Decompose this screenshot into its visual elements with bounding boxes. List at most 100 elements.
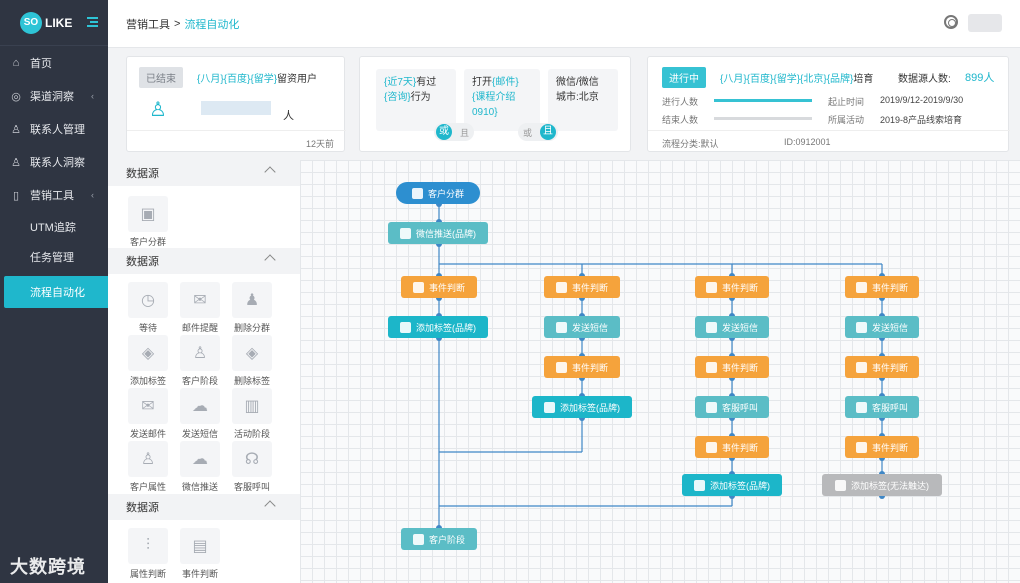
toggle-option-and[interactable]: 且 (540, 124, 556, 140)
flow-card-running[interactable]: 进行中 {八月}{百度}{留学}{北京}{品牌}培育 数据源人数: 899人 进… (647, 56, 1010, 152)
node-label: 添加标签(品牌) (560, 402, 620, 413)
chevron-up-icon[interactable] (264, 166, 276, 178)
avatar[interactable] (968, 14, 1002, 32)
sidebar-item-automation[interactable]: 流程自动化 (4, 276, 115, 308)
chevron-up-icon[interactable] (264, 500, 276, 512)
wechat-icon (400, 227, 411, 239)
sidebar-item-marketing[interactable]: ▯ 营销工具 ‹ (0, 183, 108, 207)
segment-icon: ▣ (128, 196, 168, 232)
flow-node-event[interactable]: 事件判断 (401, 276, 477, 298)
node-label: 添加标签(无法触达) (851, 480, 929, 491)
flow-id: ID:0912001 (784, 137, 831, 147)
tool-label: 等待 (138, 323, 157, 333)
tool-event-judge[interactable]: ▤ 事件判断 (176, 528, 224, 580)
clock-icon: ◷ (128, 282, 168, 318)
flow-node-add-tag[interactable]: 添加标签(品牌) (388, 316, 488, 338)
flow-node-event[interactable]: 事件判断 (695, 356, 769, 378)
condition-line: {近7天}有过 (384, 77, 437, 88)
node-label: 添加标签(品牌) (710, 480, 770, 491)
tool-item[interactable]: ✉ 发送邮件 (124, 388, 172, 440)
wechat-icon: ☁ (180, 441, 220, 477)
segment-card-ended[interactable]: 已结束 {八月}{百度}{留学}留资用户 ♙ 人 12天前 (126, 56, 346, 152)
flow-node-customer-stage[interactable]: 客户阶段 (401, 528, 477, 550)
condition-box-email[interactable]: 打开{邮件} {课程介绍 0910} (464, 69, 540, 131)
divider (127, 130, 346, 131)
tool-item[interactable]: ♙ 客户属性 (124, 441, 172, 493)
tool-item[interactable]: ◈ 添加标签 (124, 335, 172, 387)
flow-node-event[interactable]: 事件判断 (695, 436, 769, 458)
sidebar-item-channel[interactable]: ◎ 渠道洞察 ‹ (0, 84, 108, 108)
toggle-option-or[interactable]: 或 (523, 126, 532, 139)
menu-toggle-icon[interactable] (87, 17, 98, 27)
source-count-label: 数据源人数: (898, 74, 951, 85)
tool-label: 客户分群 (129, 237, 166, 247)
flow-node-event[interactable]: 事件判断 (845, 356, 919, 378)
condition-box-wechat[interactable]: 微信/微信 城市:北京 (548, 69, 618, 131)
toggle-option-or[interactable]: 或 (436, 124, 452, 140)
clipboard-icon (855, 361, 867, 373)
flow-node-sms[interactable]: 发送短信 (544, 316, 620, 338)
sidebar-item-contact-insight[interactable]: ♙ 联系人洞察 (0, 150, 108, 174)
logo-text: LIKE (45, 15, 73, 30)
tool-item[interactable]: ☁ 发送短信 (176, 388, 224, 440)
tool-item[interactable]: ▥ 活动阶段 (228, 388, 276, 440)
flow-node-event[interactable]: 事件判断 (845, 436, 919, 458)
breadcrumb-parent[interactable]: 营销工具 (126, 16, 170, 32)
channel-icon: ◎ (11, 90, 21, 103)
tool-label: 发送短信 (181, 429, 218, 439)
node-label: 事件判断 (871, 442, 908, 453)
flow-node-call[interactable]: 客服呼叫 (845, 396, 919, 418)
gear-icon[interactable] (944, 15, 958, 29)
tool-label: 客户阶段 (181, 376, 218, 386)
flow-node-add-tag[interactable]: 添加标签(品牌) (682, 474, 782, 496)
flow-node-event[interactable]: 事件判断 (845, 276, 919, 298)
flow-node-call[interactable]: 客服呼叫 (695, 396, 769, 418)
logic-toggle-and[interactable]: 或 且 (518, 123, 558, 141)
tool-customer-segment[interactable]: ▣ 客户分群 (124, 196, 172, 248)
tool-item[interactable]: ◷ 等待 (124, 282, 172, 334)
flow-node-event[interactable]: 事件判断 (544, 356, 620, 378)
tool-item[interactable]: ♟ 删除分群 (228, 282, 276, 334)
flow-node-add-tag[interactable]: 添加标签(品牌) (532, 396, 632, 418)
sidebar-item-tasks[interactable]: 任务管理 (30, 249, 74, 265)
tool-item[interactable]: ◈ 删除标签 (228, 335, 276, 387)
chevron-up-icon[interactable] (264, 254, 276, 266)
flow-node-add-tag-unreachable[interactable]: 添加标签(无法触达) (822, 474, 942, 496)
source-count: 899人 (965, 72, 995, 84)
flow-node-event[interactable]: 事件判断 (695, 276, 769, 298)
condition-box-behavior[interactable]: {近7天}有过 {咨询}行为 (376, 69, 456, 131)
panel-section-header[interactable]: 数据源 (108, 160, 300, 186)
tool-item[interactable]: ☁ 微信推送 (176, 441, 224, 493)
sidebar-item-label: 首页 (30, 58, 52, 70)
tool-item[interactable]: ♙ 客户阶段 (176, 335, 224, 387)
condition-card[interactable]: {近7天}有过 {咨询}行为 打开{邮件} {课程介绍 0910} 微信/微信 … (359, 56, 631, 152)
activity-value: 2019-8产品线索培育 (880, 115, 963, 125)
tool-label: 删除分群 (233, 323, 270, 333)
flow-node-wechat[interactable]: 微信推送(品牌) (388, 222, 488, 244)
status-badge: 已结束 (139, 67, 183, 88)
flow-node-event[interactable]: 事件判断 (544, 276, 620, 298)
tool-item[interactable]: ☊ 客服呼叫 (228, 441, 276, 493)
flow-node-sms[interactable]: 发送短信 (695, 316, 769, 338)
segment-title: {八月}{百度}{留学}留资用户 (197, 74, 318, 85)
sidebar-item-contacts[interactable]: ♙ 联系人管理 (0, 117, 108, 141)
breadcrumb-current: 流程自动化 (184, 18, 240, 31)
tools-icon: ▯ (12, 189, 20, 202)
tag-icon: ◈ (128, 335, 168, 371)
panel-section-header[interactable]: 数据源 (108, 248, 300, 274)
node-label: 事件判断 (871, 282, 908, 293)
delete-segment-icon: ♟ (232, 282, 272, 318)
tool-attribute-judge[interactable]: ⫶ 属性判断 (124, 528, 172, 580)
breadcrumb-separator: > (174, 17, 181, 30)
sidebar-item-utm[interactable]: UTM追踪 (30, 219, 76, 235)
logic-toggle-or[interactable]: 或 且 (434, 123, 474, 141)
chevron-left-icon: ‹ (91, 190, 94, 200)
tool-item[interactable]: ✉ 邮件提醒 (176, 282, 224, 334)
toggle-option-and[interactable]: 且 (460, 126, 469, 139)
flow-node-sms[interactable]: 发送短信 (845, 316, 919, 338)
sidebar-item-home[interactable]: ⌂ 首页 (0, 51, 108, 75)
panel-section-header[interactable]: 数据源 (108, 494, 300, 520)
flow-canvas[interactable]: 客户分群 微信推送(品牌) 事件判断 添加标签(品牌) 事件判断 发送短信 事件… (300, 160, 1020, 583)
flow-node-start[interactable]: 客户分群 (396, 182, 480, 204)
logo-badge: SO (20, 11, 42, 34)
